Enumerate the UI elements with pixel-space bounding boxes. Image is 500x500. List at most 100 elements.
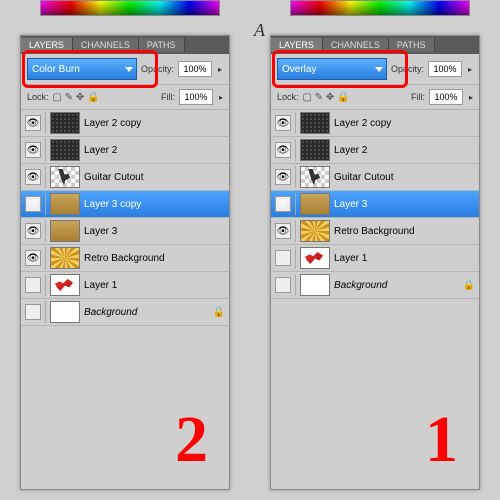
layer-thumbnail[interactable] — [50, 193, 80, 215]
opacity-flyout-icon[interactable]: ▸ — [218, 65, 222, 74]
divider — [45, 193, 46, 215]
visibility-toggle[interactable] — [275, 250, 291, 266]
layer-row[interactable]: 👁 Layer 3 copy — [21, 191, 229, 218]
layer-name: Retro Background — [334, 226, 415, 237]
layer-thumbnail[interactable] — [300, 193, 330, 215]
layer-thumbnail[interactable] — [50, 247, 80, 269]
divider — [45, 139, 46, 161]
visibility-toggle[interactable] — [25, 277, 41, 293]
blend-mode-select[interactable]: Overlay — [277, 58, 387, 80]
lock-icons[interactable]: ▢ ✎ ✥ 🔒 — [303, 92, 350, 103]
layer-name: Layer 2 — [84, 145, 117, 156]
layer-thumbnail[interactable] — [300, 112, 330, 134]
color-spectrum[interactable] — [40, 0, 220, 16]
layer-thumbnail[interactable] — [50, 220, 80, 242]
layer-row[interactable]: 👁Layer 2 copy — [271, 110, 479, 137]
layer-row[interactable]: Layer 1 — [271, 245, 479, 272]
layer-name: Layer 2 copy — [84, 118, 141, 129]
opacity-flyout-icon[interactable]: ▸ — [468, 65, 472, 74]
layer-name: Layer 3 — [84, 226, 117, 237]
divider — [295, 139, 296, 161]
blend-row: Overlay Opacity: 100% ▸ — [271, 54, 479, 85]
fill-label: Fill: — [411, 92, 425, 102]
layer-name: Background — [84, 307, 137, 318]
layer-thumbnail[interactable] — [50, 166, 80, 188]
divider — [295, 112, 296, 134]
visibility-toggle[interactable] — [275, 277, 291, 293]
layer-name: Background — [334, 280, 387, 291]
layer-thumbnail[interactable] — [50, 112, 80, 134]
layer-thumbnail[interactable] — [50, 301, 80, 323]
lock-row: Lock: ▢ ✎ ✥ 🔒 Fill: 100% ▸ — [21, 85, 229, 110]
layer-row[interactable]: Background 🔒 — [21, 299, 229, 326]
lock-icon: 🔒 — [463, 280, 475, 291]
blend-mode-select[interactable]: Color Burn — [27, 58, 137, 80]
panel-right: A LAYERS CHANNELS PATHS Overlay Opacity:… — [250, 0, 500, 500]
opacity-value[interactable]: 100% — [178, 61, 212, 77]
layer-row[interactable]: 👁 Layer 2 copy — [21, 110, 229, 137]
lock-row: Lock: ▢ ✎ ✥ 🔒 Fill: 100% ▸ — [271, 85, 479, 110]
layer-row[interactable]: Background 🔒 — [271, 272, 479, 299]
tab-channels[interactable]: CHANNELS — [323, 38, 389, 52]
layer-name: Retro Background — [84, 253, 165, 264]
layer-thumbnail[interactable] — [50, 274, 80, 296]
blend-mode-value: Overlay — [282, 64, 316, 75]
fill-value[interactable]: 100% — [179, 89, 213, 105]
divider — [45, 166, 46, 188]
visibility-toggle[interactable]: 👁 — [275, 196, 291, 212]
lock-icons[interactable]: ▢ ✎ ✥ 🔒 — [53, 92, 100, 103]
layer-row[interactable]: 👁 Layer 3 — [21, 218, 229, 245]
visibility-toggle[interactable]: 👁 — [25, 142, 41, 158]
chevron-down-icon — [125, 67, 133, 72]
a-symbol: A — [254, 20, 265, 41]
divider — [295, 193, 296, 215]
fill-label: Fill: — [161, 92, 175, 102]
layer-name: Layer 1 — [84, 280, 117, 291]
visibility-toggle[interactable]: 👁 — [275, 169, 291, 185]
visibility-toggle[interactable]: 👁 — [275, 223, 291, 239]
visibility-toggle[interactable] — [25, 304, 41, 320]
visibility-toggle[interactable]: 👁 — [25, 250, 41, 266]
opacity-value[interactable]: 100% — [428, 61, 462, 77]
fill-flyout-icon[interactable]: ▸ — [219, 93, 223, 102]
divider — [295, 274, 296, 296]
layer-name: Guitar Cutout — [84, 172, 143, 183]
layer-thumbnail[interactable] — [50, 139, 80, 161]
layer-row[interactable]: 👁 Retro Background — [271, 218, 479, 245]
opacity-label: Opacity: — [141, 64, 174, 74]
tab-layers[interactable]: LAYERS — [271, 38, 323, 52]
layer-row[interactable]: 👁Guitar Cutout — [271, 164, 479, 191]
layer-row[interactable]: 👁 Retro Background — [21, 245, 229, 272]
divider — [45, 274, 46, 296]
opacity-label: Opacity: — [391, 64, 424, 74]
layer-thumbnail[interactable] — [300, 220, 330, 242]
fill-value[interactable]: 100% — [429, 89, 463, 105]
layer-row[interactable]: 👁 Guitar Cutout — [21, 164, 229, 191]
layer-thumbnail[interactable] — [300, 247, 330, 269]
layer-row[interactable]: 👁 Layer 2 — [21, 137, 229, 164]
chevron-down-icon — [375, 67, 383, 72]
layers-list-left: 👁 Layer 2 copy 👁 Layer 2 👁 Guitar Cutout 👁 Laye… — [21, 110, 229, 326]
visibility-toggle[interactable]: 👁 — [25, 196, 41, 212]
layer-row[interactable]: 👁Layer 3 — [271, 191, 479, 218]
layer-name: Layer 1 — [334, 253, 367, 264]
color-spectrum[interactable] — [290, 0, 470, 16]
layer-thumbnail[interactable] — [300, 139, 330, 161]
visibility-toggle[interactable]: 👁 — [25, 169, 41, 185]
visibility-toggle[interactable]: 👁 — [275, 115, 291, 131]
layer-row[interactable]: 👁Layer 2 — [271, 137, 479, 164]
visibility-toggle[interactable]: 👁 — [275, 142, 291, 158]
layer-name: Layer 3 copy — [84, 199, 141, 210]
tab-paths[interactable]: PATHS — [139, 38, 185, 52]
visibility-toggle[interactable]: 👁 — [25, 115, 41, 131]
tab-paths[interactable]: PATHS — [389, 38, 435, 52]
tab-layers[interactable]: LAYERS — [21, 38, 73, 52]
lock-label: Lock: — [277, 92, 299, 102]
layer-thumbnail[interactable] — [300, 166, 330, 188]
tab-channels[interactable]: CHANNELS — [73, 38, 139, 52]
lock-icon: 🔒 — [213, 307, 225, 318]
visibility-toggle[interactable]: 👁 — [25, 223, 41, 239]
fill-flyout-icon[interactable]: ▸ — [469, 93, 473, 102]
layer-row[interactable]: Layer 1 — [21, 272, 229, 299]
layer-thumbnail[interactable] — [300, 274, 330, 296]
